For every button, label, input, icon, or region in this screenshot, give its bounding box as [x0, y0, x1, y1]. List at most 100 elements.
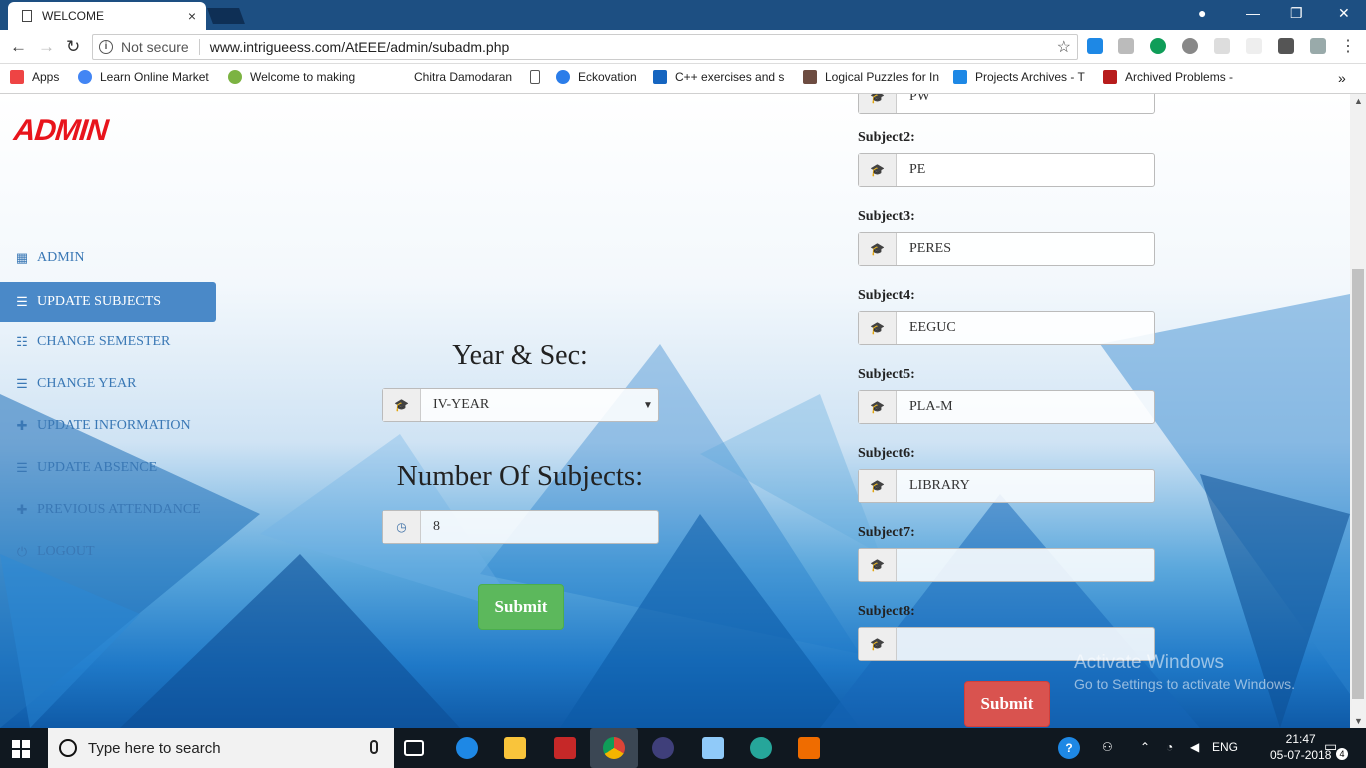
task-view-icon[interactable] [404, 740, 424, 756]
eckovation-icon [556, 70, 570, 84]
chevron-up-icon[interactable]: ⌃ [1140, 740, 1150, 754]
sidebar-item-update-absence[interactable]: ☰ UPDATE ABSENCE [0, 448, 216, 488]
php-extension-icon[interactable] [1246, 38, 1262, 54]
system-clock[interactable]: 21:47 05-07-2018 [1270, 731, 1331, 763]
year-select[interactable]: 🎓 IV-YEAR ▼ [382, 388, 659, 422]
more-bookmarks-icon[interactable]: » [1338, 70, 1346, 86]
eclipse-icon[interactable] [652, 737, 674, 759]
page-icon [22, 10, 32, 22]
year-select-value: IV-YEAR [433, 397, 490, 412]
sidebar-item-label: PREVIOUS ATTENDANCE [37, 502, 201, 517]
puzzle-icon [803, 70, 817, 84]
reload-icon[interactable]: ↻ [66, 37, 80, 57]
subject5-input[interactable]: 🎓 PLA-M [858, 390, 1155, 424]
graduation-cap-icon: 🎓 [859, 312, 897, 344]
subject3-input[interactable]: 🎓 PERES [858, 232, 1155, 266]
pdf-extension-icon[interactable] [1214, 38, 1230, 54]
number-of-subjects-input[interactable]: ◷ 8 [382, 510, 659, 544]
atom-icon[interactable] [750, 737, 772, 759]
bookmark-star-icon[interactable]: ☆ [1057, 37, 1071, 57]
power-icon: ⏻ [16, 544, 28, 559]
scroll-down-icon[interactable]: ▼ [1354, 716, 1363, 726]
graduation-cap-icon: 🎓 [859, 233, 897, 265]
browser-tab[interactable]: WELCOME × [8, 2, 206, 30]
tab-strip: WELCOME × ● — ❐ ✕ [0, 0, 1366, 30]
back-icon[interactable]: ← [10, 37, 27, 57]
subject1-input[interactable]: 🎓 PW [858, 94, 1155, 114]
sidebar-item-change-semester[interactable]: ☷ CHANGE SEMESTER [0, 322, 216, 362]
cube-app-icon[interactable] [702, 737, 724, 759]
chrome-taskbar-item[interactable] [590, 728, 638, 768]
bookmark-item[interactable]: C++ exercises and s [653, 70, 789, 84]
blank-icon [392, 70, 406, 84]
bookmark-item[interactable]: Eckovation [556, 70, 642, 84]
people-icon[interactable]: ⚇ [1102, 740, 1113, 754]
sidebar-item-update-subjects[interactable]: ☰ UPDATE SUBJECTS [0, 282, 216, 322]
eye-icon[interactable] [1182, 38, 1198, 54]
sidebar-item-label: ADMIN [37, 250, 85, 265]
sidebar-item-change-year[interactable]: ☰ CHANGE YEAR [0, 364, 216, 404]
profile-icon[interactable]: ● [1198, 5, 1206, 21]
paint-icon[interactable] [798, 737, 820, 759]
wifi-icon[interactable]: ◔ [1166, 740, 1173, 754]
bookmark-item[interactable]: Chitra Damodaran [392, 70, 514, 84]
extension-icon[interactable] [1310, 38, 1326, 54]
page-icon [530, 70, 540, 84]
bookmark-label: Projects Archives - T [975, 70, 1085, 84]
close-window-icon[interactable]: ✕ [1338, 5, 1350, 22]
sidebar-item-logout[interactable]: ⏻ LOGOUT [0, 532, 216, 572]
extension-icon[interactable] [1087, 38, 1103, 54]
page-scrollbar[interactable]: ▲ ▼ [1350, 94, 1366, 728]
subject7-input[interactable]: 🎓 [858, 548, 1155, 582]
bookmark-item[interactable] [530, 70, 546, 84]
new-tab-button[interactable] [207, 8, 245, 24]
submit-subjects-button[interactable]: Submit [964, 681, 1050, 727]
windows-start-icon[interactable] [12, 740, 30, 758]
restore-icon[interactable]: ❐ [1290, 5, 1303, 22]
list-icon: ☰ [16, 460, 28, 475]
edge-icon[interactable] [456, 737, 478, 759]
page-content: ADMIN ▦ ADMIN ☰ UPDATE SUBJECTS ☷ CHANGE SE… [0, 94, 1350, 728]
close-tab-icon[interactable]: × [188, 8, 196, 24]
subject4-input[interactable]: 🎓 EEGUC [858, 311, 1155, 345]
extension-cube-icon[interactable] [1118, 38, 1134, 54]
sidebar-item-previous-attendance[interactable]: ✚ PREVIOUS ATTENDANCE [0, 490, 216, 530]
taskbar-search-input[interactable]: Type here to search [48, 728, 394, 768]
bookmark-item[interactable]: Archived Problems - [1103, 70, 1243, 84]
submit-count-button[interactable]: Submit [478, 584, 564, 630]
sidebar-item-label: UPDATE ABSENCE [37, 460, 158, 475]
subject6-input[interactable]: 🎓 LIBRARY [858, 469, 1155, 503]
bookmark-apps[interactable]: Apps [10, 70, 59, 84]
volume-icon[interactable]: ◀ [1190, 740, 1199, 754]
info-icon[interactable]: i [99, 40, 113, 54]
bookmark-label: Apps [32, 70, 60, 84]
file-explorer-icon[interactable] [504, 737, 526, 759]
bookmark-item[interactable]: Logical Puzzles for In [803, 70, 941, 84]
scrollbar-thumb[interactable] [1352, 269, 1364, 699]
help-icon[interactable]: ? [1058, 737, 1080, 759]
graduation-cap-icon: 🎓 [859, 549, 897, 581]
app-icon[interactable] [554, 737, 576, 759]
forward-icon[interactable]: → [38, 37, 55, 57]
notification-extension-icon[interactable] [1278, 38, 1294, 54]
microphone-icon[interactable] [370, 740, 378, 754]
sidebar-item-label: CHANGE SEMESTER [37, 334, 171, 349]
sidebar-item-update-information[interactable]: ✚ UPDATE INFORMATION [0, 406, 216, 446]
bookmark-item[interactable]: Learn Online Market [78, 70, 213, 84]
menu-icon[interactable]: ⋮ [1340, 36, 1356, 55]
bookmark-item[interactable]: Welcome to making [228, 70, 363, 84]
sidebar-item-admin[interactable]: ▦ ADMIN [0, 238, 216, 278]
grammarly-icon[interactable] [1150, 38, 1166, 54]
grid-icon [953, 70, 967, 84]
address-input[interactable]: i Not secure www.intrigueess.com/AtEEE/a… [92, 34, 1078, 60]
subject2-input[interactable]: 🎓 PE [858, 153, 1155, 187]
subject-value: EEGUC [909, 320, 956, 335]
bookmark-item[interactable]: Projects Archives - T [953, 70, 1091, 84]
minimize-icon[interactable]: — [1246, 5, 1260, 21]
scroll-up-icon[interactable]: ▲ [1354, 96, 1363, 106]
language-indicator[interactable]: ENG [1212, 740, 1238, 754]
subject-value: PW [909, 94, 930, 104]
subject-label: Subject7: [858, 525, 915, 540]
bookmarks-bar: Apps Learn Online Market Welcome to maki… [0, 64, 1366, 94]
graduation-cap-icon: 🎓 [859, 391, 897, 423]
